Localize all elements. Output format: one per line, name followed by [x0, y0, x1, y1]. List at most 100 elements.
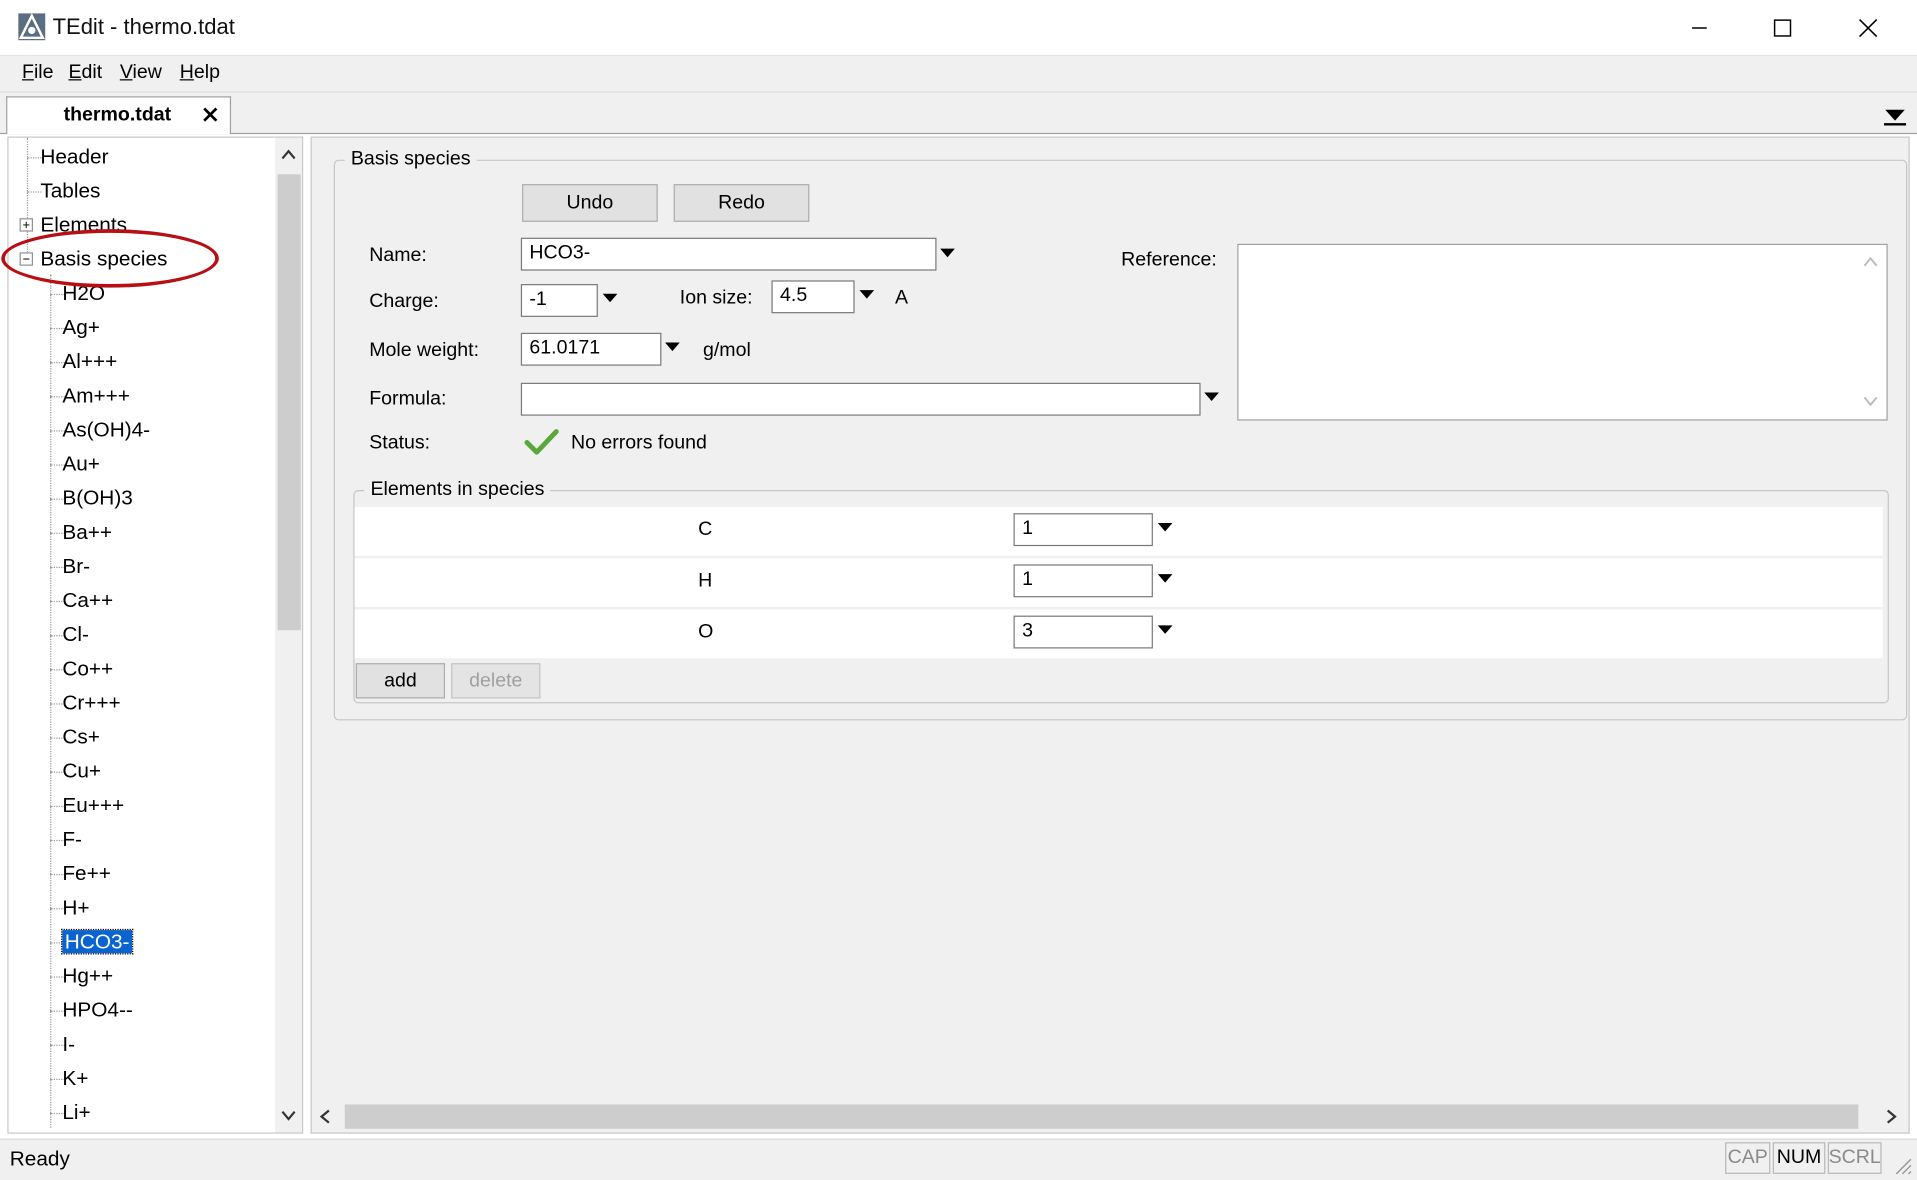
- menu-file-mnemonic: F: [22, 62, 34, 83]
- maximize-button[interactable]: [1741, 0, 1824, 56]
- tree-item-label: Ag+: [62, 315, 100, 339]
- charge-field[interactable]: -1: [520, 284, 598, 317]
- menu-view[interactable]: View: [120, 62, 162, 84]
- tree-item-header[interactable]: Header: [40, 141, 108, 173]
- scroll-right-icon[interactable]: [1882, 1108, 1899, 1125]
- mole-weight-field[interactable]: 61.0171: [520, 332, 662, 366]
- editor-scrollbar-thumb[interactable]: [344, 1104, 1859, 1129]
- undo-button[interactable]: Undo: [522, 184, 658, 222]
- num-indicator: NUM: [1772, 1142, 1826, 1174]
- tree-item-species[interactable]: K+: [62, 1063, 88, 1095]
- tab-thermo-tdat[interactable]: thermo.tdat: [6, 96, 232, 135]
- name-dropdown-icon[interactable]: [940, 248, 955, 258]
- scroll-up-icon[interactable]: [280, 147, 297, 162]
- tree-item-species[interactable]: HPO4--: [62, 995, 132, 1027]
- tree-item-species[interactable]: Ca++: [62, 585, 113, 617]
- tree-item-species[interactable]: Fe++: [62, 858, 111, 890]
- tree-item-species[interactable]: B(OH)3: [62, 483, 132, 515]
- ion-size-dropdown-icon[interactable]: [859, 290, 875, 299]
- tree-item-species[interactable]: Ag+: [62, 312, 100, 344]
- menu-edit[interactable]: Edit: [68, 62, 102, 84]
- name-label: Name:: [369, 245, 427, 266]
- menu-view-label: iew: [132, 62, 162, 83]
- window-title: TEdit - thermo.tdat: [52, 14, 235, 40]
- element-count-field[interactable]: 3: [1013, 615, 1153, 649]
- menu-help[interactable]: Help: [180, 62, 220, 84]
- expand-plus-icon[interactable]: [19, 218, 34, 232]
- element-count-field[interactable]: 1: [1013, 513, 1153, 547]
- scrl-indicator: SCRL: [1827, 1142, 1882, 1174]
- tree-item-species[interactable]: Ba++: [62, 517, 112, 549]
- tree-item-species[interactable]: Li+: [62, 1097, 90, 1129]
- formula-field[interactable]: [520, 382, 1201, 416]
- tab-label: thermo.tdat: [63, 104, 172, 126]
- tree-item-species[interactable]: Al+++: [62, 346, 117, 378]
- mole-weight-dropdown-icon[interactable]: [665, 342, 680, 352]
- formula-label: Formula:: [369, 388, 447, 410]
- tree-item-label: F-: [62, 827, 82, 851]
- scroll-down-icon[interactable]: [1862, 394, 1879, 409]
- element-row: H 1: [354, 558, 1883, 608]
- scroll-up-icon[interactable]: [1862, 255, 1879, 270]
- close-tab-icon[interactable]: [201, 105, 221, 125]
- tree-item-label: HPO4--: [62, 998, 133, 1022]
- menu-file-label: ile: [33, 62, 54, 83]
- tree-item-species[interactable]: H+: [62, 892, 89, 924]
- element-count-dropdown-icon[interactable]: [1157, 574, 1173, 583]
- close-window-button[interactable]: [1827, 0, 1910, 56]
- tree-item-label: Ca++: [62, 588, 114, 612]
- tree-item-species[interactable]: Am+++: [62, 380, 130, 412]
- element-count-dropdown-icon[interactable]: [1157, 625, 1173, 634]
- tedit-app-icon: [18, 13, 46, 41]
- resize-grip-icon[interactable]: [1890, 1153, 1912, 1175]
- tedit-window: TEdit - thermo.tdat File Edit View Help …: [0, 0, 1917, 1180]
- tree-item-species[interactable]: Co++: [62, 653, 113, 685]
- tree-item-species[interactable]: Br-: [62, 551, 90, 583]
- scroll-left-icon[interactable]: [318, 1108, 335, 1125]
- ion-size-field[interactable]: 4.5: [771, 280, 855, 314]
- tree-item-label: Fe++: [62, 861, 111, 885]
- tree-item-label: As(OH)4-: [62, 418, 151, 442]
- tree-item-species[interactable]: As(OH)4-: [62, 414, 150, 446]
- tree-item-label: Li+: [62, 1100, 91, 1124]
- element-count-field[interactable]: 1: [1013, 564, 1153, 598]
- menu-help-label: elp: [193, 62, 220, 83]
- tree-item-species[interactable]: F-: [62, 824, 82, 856]
- tree-item-label: I-: [62, 1032, 76, 1056]
- tree-scrollbar-thumb[interactable]: [277, 174, 301, 631]
- charge-dropdown-icon[interactable]: [602, 293, 618, 303]
- tree-item-label: Cu+: [62, 759, 102, 783]
- scroll-down-icon[interactable]: [280, 1108, 297, 1123]
- menu-edit-label: dit: [81, 62, 103, 83]
- element-row: O 3: [354, 609, 1883, 659]
- tree-item-species[interactable]: Hg++: [62, 961, 113, 993]
- tree-item-label: Al+++: [62, 349, 118, 374]
- menu-file[interactable]: File: [22, 62, 54, 84]
- element-count-dropdown-icon[interactable]: [1157, 522, 1173, 532]
- tree-item-species[interactable]: Cr+++: [62, 688, 120, 720]
- tree-item-species[interactable]: Cs+: [62, 722, 100, 754]
- status-text: Ready: [9, 1147, 70, 1171]
- element-symbol: O: [698, 621, 714, 643]
- status-label: Status:: [369, 432, 431, 454]
- tree-item-label: HCO3-: [61, 928, 134, 955]
- tree-item-species[interactable]: HCO3-: [61, 926, 134, 958]
- name-field[interactable]: HCO3-: [520, 237, 937, 271]
- ion-size-unit: A: [894, 287, 908, 309]
- redo-button[interactable]: Redo: [673, 184, 810, 222]
- tree-item-species[interactable]: I-: [62, 1029, 75, 1061]
- basis-species-group-title: Basis species: [344, 148, 477, 171]
- reference-textarea[interactable]: [1237, 243, 1888, 421]
- tree-item-species[interactable]: Eu+++: [62, 790, 124, 822]
- delete-element-button[interactable]: delete: [451, 663, 541, 699]
- tree-item-species[interactable]: Au+: [62, 449, 100, 481]
- tree-item-species[interactable]: Cu+: [62, 756, 101, 788]
- formula-dropdown-icon[interactable]: [1204, 392, 1219, 402]
- tab-list-dropdown-icon[interactable]: [1880, 102, 1909, 126]
- minimize-button[interactable]: [1658, 0, 1741, 56]
- tree-item-tables[interactable]: Tables: [40, 176, 100, 208]
- add-element-button[interactable]: add: [355, 663, 446, 699]
- tree-item-species[interactable]: Cl-: [62, 619, 89, 651]
- title-bar: TEdit - thermo.tdat: [0, 0, 1917, 57]
- tree-item-label: Cr+++: [62, 691, 121, 715]
